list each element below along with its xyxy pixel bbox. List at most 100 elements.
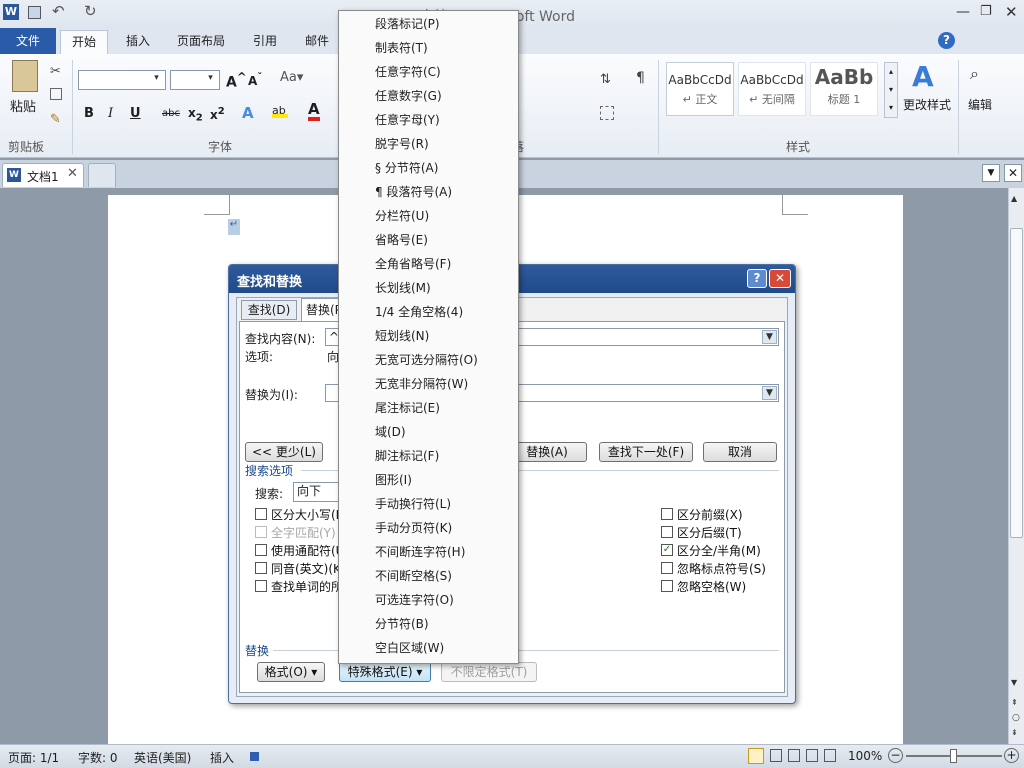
checkbox[interactable] (661, 562, 673, 574)
checkbox[interactable] (661, 508, 673, 520)
menu-item[interactable]: 域(D) (375, 421, 406, 443)
paste-button-label[interactable]: 粘贴 (10, 96, 36, 115)
search-direction-select[interactable]: 向下 (293, 482, 341, 502)
checkbox[interactable] (255, 544, 267, 556)
grow-font-icon[interactable]: A^ (226, 70, 247, 91)
prev-page-icon[interactable]: ⇞ (1011, 698, 1018, 707)
save-icon[interactable] (28, 6, 41, 19)
checkbox-label[interactable]: 同音(英文)(K) (271, 560, 346, 577)
font-size-select[interactable]: ▾ (170, 70, 220, 90)
change-case-icon[interactable]: Aa▾ (280, 70, 303, 85)
full-screen-icon[interactable] (770, 749, 782, 762)
menu-item[interactable]: 段落标记(P) (375, 13, 440, 35)
checkbox-label[interactable]: 区分后缀(T) (677, 524, 742, 541)
no-formatting-button[interactable]: 不限定格式(T) (441, 662, 537, 682)
menu-item[interactable]: 任意字符(C) (375, 61, 441, 83)
font-color-icon[interactable]: A (308, 102, 320, 121)
style-normal[interactable]: AaBbCcDd ↵ 正文 (666, 62, 734, 116)
menu-item[interactable]: 可选连字符(O) (375, 589, 454, 611)
tab-find[interactable]: 查找(D) (241, 300, 297, 320)
text-effects-icon[interactable]: A (242, 104, 254, 122)
checkbox-label[interactable]: 忽略空格(W) (677, 578, 746, 595)
web-layout-icon[interactable] (788, 749, 800, 762)
next-page-icon[interactable]: ⇟ (1011, 728, 1018, 737)
restore-button[interactable]: ❐ (980, 4, 992, 19)
find-next-button[interactable]: 查找下一处(F) (599, 442, 693, 462)
menu-item[interactable]: 制表符(T) (375, 37, 428, 59)
format-button[interactable]: 格式(O) ▾ (257, 662, 325, 682)
zoom-out-button[interactable]: − (888, 748, 903, 763)
checkbox-label[interactable]: 区分前缀(X) (677, 506, 743, 523)
tab-insert[interactable]: 插入 (116, 30, 160, 54)
gallery-scroll[interactable]: ▴ ▾ ▾ (884, 62, 898, 118)
menu-item[interactable]: 无宽可选分隔符(O) (375, 349, 478, 371)
tab-page-layout[interactable]: 页面布局 (168, 30, 234, 54)
replace-history-dropdown[interactable]: ▼ (762, 386, 777, 400)
macro-icon[interactable] (250, 752, 259, 761)
checkbox[interactable] (255, 562, 267, 574)
close-window-button[interactable]: ✕ (1005, 3, 1018, 21)
special-button[interactable]: 特殊格式(E) ▾ (339, 662, 431, 682)
highlight-icon[interactable]: ab (272, 104, 288, 118)
menu-item[interactable]: 无宽非分隔符(W) (375, 373, 468, 395)
paste-icon[interactable] (12, 60, 38, 92)
outline-icon[interactable] (806, 749, 818, 762)
menu-item[interactable]: 脱字号(R) (375, 133, 429, 155)
shrink-font-icon[interactable]: Aˇ (248, 72, 262, 88)
menu-item[interactable]: 省略号(E) (375, 229, 428, 251)
styles-gallery[interactable]: AaBbCcDd ↵ 正文 AaBbCcDd ↵ 无间隔 AaBb 标题 1 ▴… (664, 54, 900, 124)
menu-item[interactable]: 任意字母(Y) (375, 109, 440, 131)
checkbox[interactable] (255, 508, 267, 520)
copy-icon[interactable] (50, 88, 62, 100)
close-doc-button[interactable]: ✕ (1004, 164, 1022, 182)
browse-object-icon[interactable]: ○ (1012, 713, 1020, 723)
menu-item[interactable]: 空白区域(W) (375, 637, 444, 659)
sort-icon[interactable]: ⇅ (600, 72, 611, 87)
insert-mode[interactable]: 插入 (210, 749, 234, 766)
checkbox-label[interactable]: 区分全/半角(M) (677, 542, 761, 559)
menu-item[interactable]: 尾注标记(E) (375, 397, 440, 419)
language[interactable]: 英语(美国) (134, 749, 191, 766)
tab-list-button[interactable]: ▼ (982, 164, 1000, 182)
menu-item[interactable]: 任意数字(G) (375, 85, 442, 107)
cancel-button[interactable]: 取消 (703, 442, 777, 462)
italic-icon[interactable]: I (108, 106, 113, 121)
doc-tab-active[interactable]: W 文档1 ✕ (2, 163, 84, 187)
menu-item[interactable]: 长划线(M) (375, 277, 431, 299)
menu-item[interactable]: 全角省略号(F) (375, 253, 451, 275)
zoom-in-button[interactable]: + (1004, 748, 1019, 763)
redo-icon[interactable]: ↻ (84, 2, 97, 20)
show-marks-icon[interactable]: ¶ (636, 70, 645, 86)
menu-item[interactable]: 图形(I) (375, 469, 412, 491)
dialog-close-button[interactable]: ✕ (769, 269, 791, 288)
print-layout-icon[interactable] (748, 748, 764, 764)
scroll-up-arrow[interactable]: ▲ (1011, 194, 1017, 203)
checkbox[interactable] (661, 526, 673, 538)
dialog-help-button[interactable]: ? (747, 269, 767, 288)
menu-item[interactable]: 不间断连字符(H) (375, 541, 465, 563)
subscript-icon[interactable]: x2 (188, 106, 203, 123)
replace-button[interactable]: 替换(A) (507, 442, 587, 462)
word-count[interactable]: 字数: 0 (78, 749, 118, 766)
scroll-thumb[interactable] (1010, 228, 1023, 538)
undo-icon[interactable]: ↶ (52, 2, 65, 20)
close-tab-icon[interactable]: ✕ (67, 166, 78, 181)
change-styles-icon[interactable]: A (912, 60, 934, 93)
tab-references[interactable]: 引用 (244, 30, 286, 54)
menu-item[interactable]: 分栏符(U) (375, 205, 429, 227)
strikethrough-icon[interactable]: abc (162, 108, 180, 119)
page-count[interactable]: 页面: 1/1 (8, 749, 59, 766)
menu-item[interactable]: 脚注标记(F) (375, 445, 439, 467)
tab-file[interactable]: 文件 (0, 28, 56, 54)
change-styles-button[interactable]: 更改样式 (903, 96, 951, 113)
menu-item[interactable]: § 分节符(A) (375, 157, 438, 179)
menu-item[interactable]: 手动换行符(L) (375, 493, 451, 515)
borders-icon[interactable] (600, 106, 614, 120)
zoom-slider-thumb[interactable] (950, 749, 957, 763)
tab-mailings[interactable]: 邮件 (296, 30, 338, 54)
style-heading-1[interactable]: AaBb 标题 1 (810, 62, 878, 116)
find-history-dropdown[interactable]: ▼ (762, 330, 777, 344)
checkbox-label[interactable]: 忽略标点符号(S) (677, 560, 766, 577)
less-button[interactable]: << 更少(L) (245, 442, 323, 462)
superscript-icon[interactable]: x2 (210, 106, 225, 122)
